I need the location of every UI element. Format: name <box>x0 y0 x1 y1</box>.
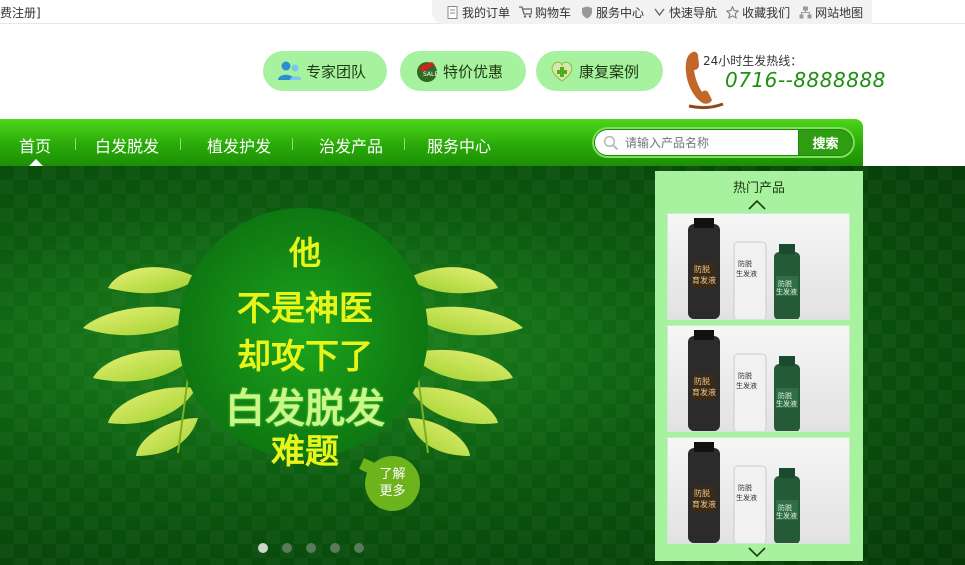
slide-dot-1[interactable] <box>258 543 268 553</box>
product-label: 防脱 <box>694 376 710 386</box>
special-offer-button[interactable]: SALE 特价优惠 <box>400 51 526 91</box>
search-box <box>595 130 798 155</box>
slide-dot-4[interactable] <box>330 543 340 553</box>
hotline: 24小时生发热线： 0716--8888888 <box>683 48 885 110</box>
search-icon <box>603 135 619 151</box>
cart-icon <box>519 6 533 19</box>
product-image: 防脱 育发液 防脱 生发液 防脱 生发液 <box>688 330 800 431</box>
bookmark-link[interactable]: 收藏我们 <box>726 4 790 21</box>
quick-nav-label: 快速导航 <box>669 5 718 20</box>
search-button[interactable]: 搜索 <box>799 130 852 155</box>
slide-dot-5[interactable] <box>354 543 364 553</box>
product-label: 防脱 <box>694 264 710 274</box>
product-label: 生发液 <box>776 511 797 520</box>
register-link[interactable]: 费注册] <box>0 4 41 21</box>
active-nav-indicator <box>29 159 43 166</box>
product-label: 生发液 <box>736 493 757 502</box>
product-label: 生发液 <box>776 399 797 408</box>
nav-item-home[interactable]: 首页 <box>19 133 51 157</box>
product-label: 育发液 <box>692 275 716 285</box>
my-orders-label: 我的订单 <box>462 5 511 20</box>
nav-item-white-hair-loss[interactable]: 白发脱发 <box>95 133 159 157</box>
special-offer-label: 特价优惠 <box>443 62 504 81</box>
main-nav: 首页 白发脱发 植发护发 治发产品 服务中心 搜索 <box>0 119 863 166</box>
nav-separator <box>404 138 405 150</box>
product-label: 育发液 <box>692 499 716 509</box>
product-label: 防脱 <box>738 259 752 268</box>
sitemap-link[interactable]: 网站地图 <box>799 4 863 21</box>
product-thumbnail-3[interactable]: 防脱 育发液 防脱 生发液 防脱 生发液 <box>667 437 850 544</box>
shield-icon <box>580 6 593 19</box>
learn-more-button[interactable]: 了解 更多 <box>365 456 420 511</box>
nav-separator <box>180 138 181 150</box>
bookmark-label: 收藏我们 <box>742 5 791 20</box>
nav-separator <box>292 138 293 150</box>
svg-text:SALE: SALE <box>423 71 438 78</box>
hotline-number: 0716--8888888 <box>725 68 886 92</box>
product-label: 防脱 <box>738 483 752 492</box>
product-label: 防脱 <box>778 391 792 400</box>
team-icon <box>277 59 301 83</box>
top-links: 我的订单 购物车 服务中心 快速导航 收藏我们 网站地图 <box>432 0 873 24</box>
chevron-down-icon <box>653 6 666 19</box>
product-label: 生发液 <box>736 381 757 390</box>
slogan-line-2: 不是神医 <box>237 289 373 329</box>
sale-tag-icon: SALE <box>414 59 438 83</box>
cart-label: 购物车 <box>535 5 572 20</box>
service-center-link[interactable]: 服务中心 <box>580 4 644 21</box>
product-image: 防脱 育发液 防脱 生发液 防脱 生发液 <box>688 218 800 319</box>
nav-item-service-center[interactable]: 服务中心 <box>427 133 491 157</box>
product-thumbnail-2[interactable]: 防脱 育发液 防脱 生发液 防脱 生发液 <box>667 325 850 432</box>
cart-link[interactable]: 购物车 <box>519 4 571 21</box>
sitemap-label: 网站地图 <box>815 5 864 20</box>
expert-team-label: 专家团队 <box>306 62 367 81</box>
nav-separator <box>75 138 76 150</box>
chevron-up-icon[interactable] <box>747 199 767 211</box>
product-label: 防脱 <box>778 279 792 288</box>
slide-indicators <box>258 543 378 553</box>
document-icon <box>446 5 459 19</box>
nav-item-transplant-care[interactable]: 植发护发 <box>207 133 271 157</box>
product-label: 育发液 <box>692 387 716 397</box>
slogan-line-1: 他 <box>288 234 321 272</box>
sitemap-icon <box>799 6 812 19</box>
hot-products-panel: 热门产品 防脱 育发液 防脱 生发液 防脱 生发液 防脱 育发液 防脱 生发液 <box>655 171 863 561</box>
medical-cross-icon <box>550 59 574 83</box>
product-label: 防脱 <box>694 488 710 498</box>
slide-dot-2[interactable] <box>282 543 292 553</box>
hotline-label: 24小时生发热线： <box>703 54 803 68</box>
chevron-down-icon[interactable] <box>747 546 767 558</box>
product-label: 生发液 <box>776 287 797 296</box>
recovery-cases-label: 康复案例 <box>579 62 640 81</box>
quick-nav-link[interactable]: 快速导航 <box>653 4 717 21</box>
top-bar: 费注册] 我的订单 购物车 服务中心 快速导航 收藏我们 网站地图 <box>0 0 965 24</box>
my-orders-link[interactable]: 我的订单 <box>446 4 510 21</box>
slide-dot-3[interactable] <box>306 543 316 553</box>
product-label: 防脱 <box>738 371 752 380</box>
service-center-label: 服务中心 <box>596 5 645 20</box>
expert-team-button[interactable]: 专家团队 <box>263 51 387 91</box>
star-icon <box>726 5 740 19</box>
recovery-cases-button[interactable]: 康复案例 <box>536 51 663 91</box>
hot-products-title: 热门产品 <box>732 181 785 196</box>
search-input[interactable] <box>625 135 785 150</box>
slogan-line-3: 却攻下了 <box>237 337 373 377</box>
nav-item-products[interactable]: 治发产品 <box>319 133 383 157</box>
product-thumbnail-1[interactable]: 防脱 育发液 防脱 生发液 防脱 生发液 <box>667 213 850 320</box>
product-label: 生发液 <box>736 269 757 278</box>
product-image: 防脱 育发液 防脱 生发液 防脱 生发液 <box>688 442 800 543</box>
product-label: 防脱 <box>778 503 792 512</box>
search-bar: 搜索 <box>592 127 855 158</box>
